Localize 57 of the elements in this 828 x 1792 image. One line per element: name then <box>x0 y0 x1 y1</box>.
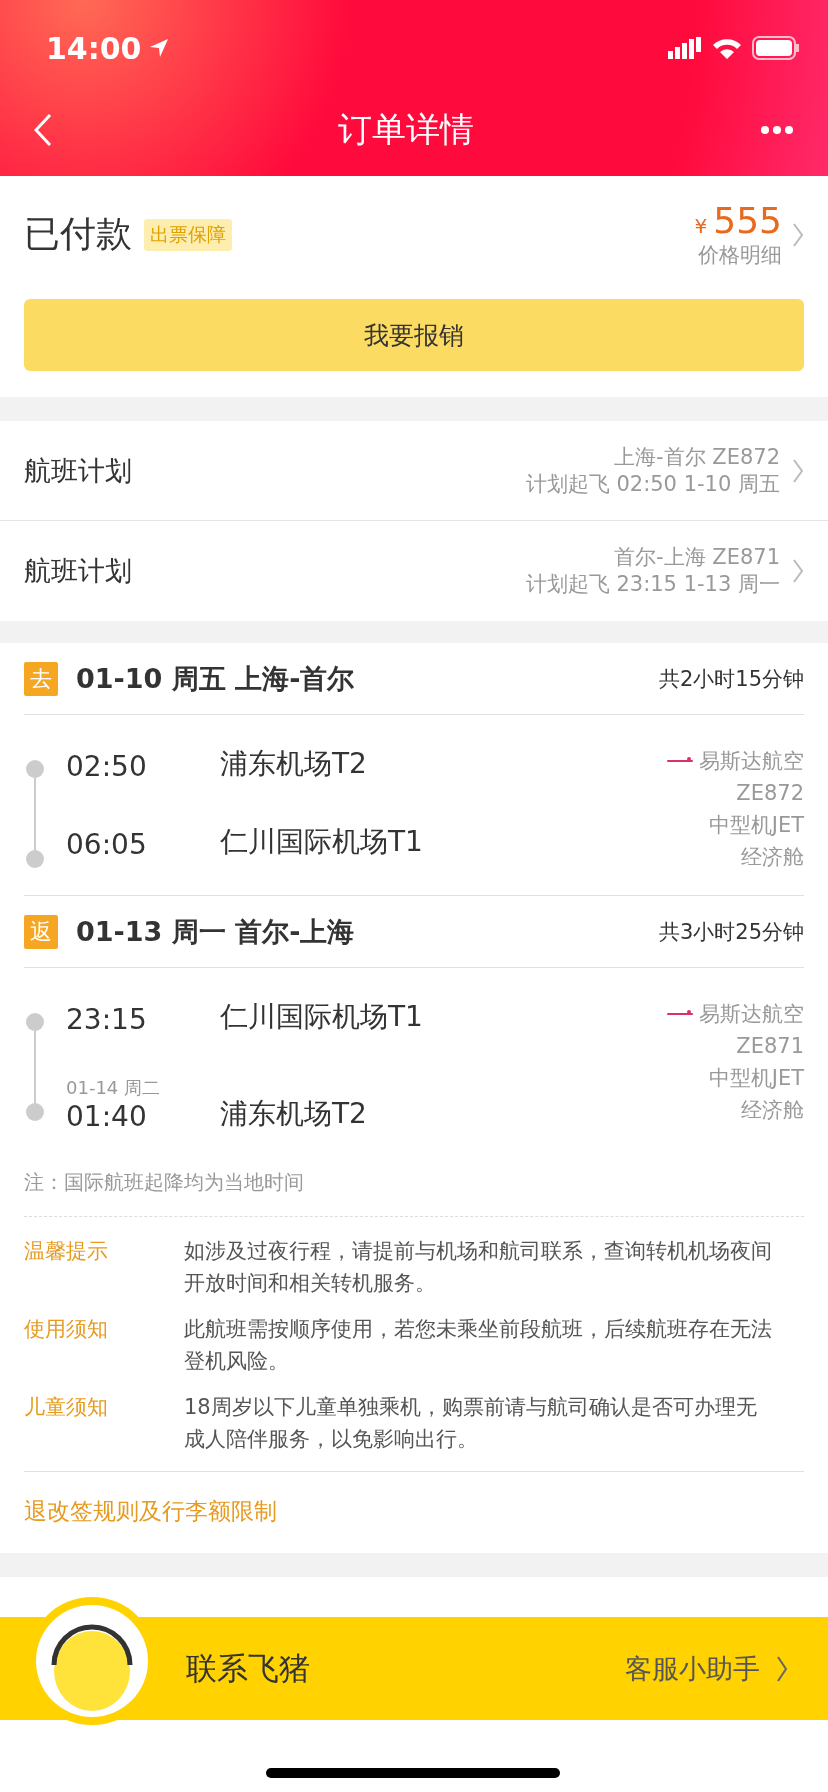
flight-time: 01:40 <box>66 1100 148 1133</box>
status-time: 14:00 <box>46 30 142 66</box>
flight-plan-label: 航班计划 <box>24 453 132 488</box>
price-amount: ¥ 555 <box>694 200 782 241</box>
chevron-icon <box>792 457 804 484</box>
wifi-icon <box>712 37 742 59</box>
tip-label: 儿童须知 <box>24 1394 109 1421</box>
flight-time: 06:05 <box>66 828 148 861</box>
flight-plan-label: 航班计划 <box>24 554 132 588</box>
airline-logo-icon <box>667 1010 693 1018</box>
flight-number: ZE872 <box>736 780 804 807</box>
flight-plan-row[interactable]: 航班计划 上海-首尔 ZE872 计划起飞 02:50 1-10 周五 <box>0 421 828 521</box>
flight-time: 02:50 <box>66 750 148 783</box>
trip-tag: 去 <box>24 661 58 696</box>
departure-time: 计划起飞 23:15 1-13 周一 <box>525 571 780 598</box>
reimburse-button[interactable]: 我要报销 <box>24 299 804 371</box>
cabin-class: 经济舱 <box>741 1097 804 1124</box>
trip-tag: 返 <box>24 914 58 949</box>
tip-text: 此航班需按顺序使用，若您未乘坐前段航班，后续航班存在无法登机风险。 <box>184 1316 773 1375</box>
flight-number: ZE871 <box>736 1033 804 1060</box>
contact-title: 联系飞猪 <box>186 1648 310 1688</box>
time-note: 注：国际航班起降均为当地时间 <box>24 1169 305 1196</box>
chevron-icon <box>792 558 804 584</box>
page-title: 订单详情 <box>338 108 474 151</box>
back-icon[interactable] <box>34 113 52 147</box>
flight-time: 23:15 <box>66 1003 148 1036</box>
departure-time: 计划起飞 02:50 1-10 周五 <box>525 470 780 498</box>
trip-title: 01-10 周五 上海-首尔 <box>76 661 355 696</box>
order-status: 已付款 <box>24 212 132 256</box>
chevron-icon <box>792 221 804 248</box>
flight-plan-row[interactable]: 航班计划 首尔-上海 ZE871 计划起飞 23:15 1-13 周一 <box>0 521 828 621</box>
airport-name: 仁川国际机场T1 <box>220 999 423 1035</box>
airport-name: 仁川国际机场T1 <box>220 824 423 860</box>
airport-name: 浦东机场T2 <box>220 1096 367 1132</box>
guarantee-tag: 出票保障 <box>144 218 232 251</box>
battery-icon <box>752 36 800 60</box>
arrival-date: 01-14 周二 <box>66 1076 162 1100</box>
tip-label: 温馨提示 <box>24 1238 109 1265</box>
aircraft-type: 中型机JET <box>708 812 804 839</box>
airline-name: 易斯达航空 <box>699 748 804 775</box>
tip-text: 如涉及过夜行程，请提前与机场和航司联系，查询转机机场夜间开放时间和相关转机服务。 <box>184 1238 773 1297</box>
airline-logo-icon <box>667 757 693 765</box>
aircraft-type: 中型机JET <box>708 1065 804 1092</box>
assistant-label: 客服小助手 <box>625 1651 760 1686</box>
cabin-class: 经济舱 <box>741 844 804 871</box>
tip-label: 使用须知 <box>24 1316 109 1343</box>
flight-route: 上海-首尔 ZE872 <box>614 443 780 471</box>
trip-duration: 共3小时25分钟 <box>658 918 804 946</box>
airport-name: 浦东机场T2 <box>220 746 367 782</box>
trip-title: 01-13 周一 首尔-上海 <box>76 914 355 949</box>
more-icon[interactable] <box>760 125 794 135</box>
tip-text: 18周岁以下儿童单独乘机，购票前请与航司确认是否可办理无成人陪伴服务，以免影响出行。 <box>184 1394 758 1453</box>
signal-icon <box>668 37 702 59</box>
chevron-icon <box>776 1654 788 1683</box>
trip-duration: 共2小时15分钟 <box>658 665 804 693</box>
flight-route: 首尔-上海 ZE871 <box>614 544 780 571</box>
airline-name: 易斯达航空 <box>699 1001 804 1028</box>
